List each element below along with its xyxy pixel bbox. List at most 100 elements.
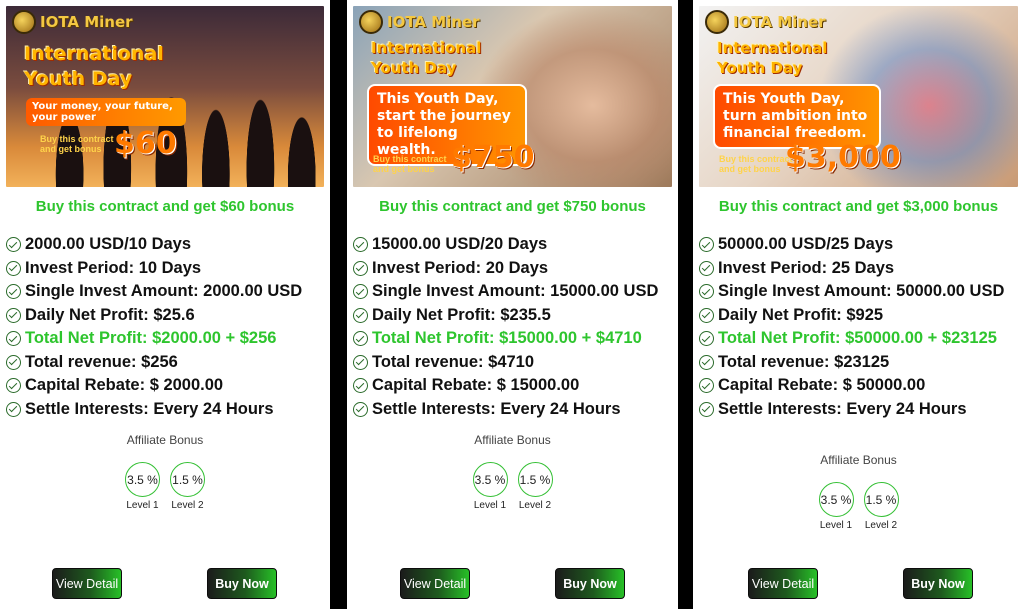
feature-list: 15000.00 USD/20 Days Invest Period: 20 D… [353,233,674,421]
contract-card: IOTA Miner International Youth Day This … [347,0,678,609]
contract-card: IOTA Miner International Youth Day This … [693,0,1024,609]
level-percent: 1.5 % [863,482,899,517]
buy-line-1: Buy this contract [40,134,114,144]
buy-now-button[interactable]: Buy Now [555,568,625,599]
feature-item: Invest Period: 25 Days [699,257,1020,281]
logo: IOTA Miner [705,10,826,34]
banner-headline: International Youth Day [717,38,827,78]
affiliate-level: 1.5 % Level 2 [517,462,553,511]
view-detail-button[interactable]: View Detail [748,568,818,599]
headline-line-2: Youth Day [24,68,133,90]
check-circle-icon [699,307,714,323]
feature-item: Daily Net Profit: $925 [699,304,1020,328]
contract-card: IOTA Miner International Youth Day Your … [0,0,330,609]
logo-text: IOTA Miner [40,13,133,31]
logo-icon [705,10,729,34]
affiliate-levels: 3.5 % Level 1 1.5 % Level 2 [0,462,330,511]
buy-now-button[interactable]: Buy Now [903,568,973,599]
view-detail-button[interactable]: View Detail [400,568,470,599]
check-circle-icon [6,401,21,417]
affiliate-title: Affiliate Bonus [126,433,204,447]
check-circle-icon [699,284,714,299]
promo-banner: IOTA Miner International Youth Day Your … [6,6,324,187]
feature-item: Capital Rebate: $ 50000.00 [699,374,1020,398]
affiliate-level: 1.5 % Level 2 [170,462,205,511]
check-circle-icon [699,401,714,417]
check-circle-icon [353,284,368,299]
feature-item: Invest Period: 20 Days [353,257,674,281]
check-circle-icon [6,378,21,393]
feature-list: 2000.00 USD/10 Days Invest Period: 10 Da… [6,233,326,421]
check-circle-icon [699,237,714,252]
check-circle-icon [6,284,21,299]
buy-line-2: and get bonus [373,164,435,174]
promo-banner: IOTA Miner International Youth Day This … [353,6,672,187]
headline-line-1: International [24,43,164,65]
level-label: Level 2 [518,500,552,511]
buy-now-button[interactable]: Buy Now [207,568,277,599]
feature-item: 15000.00 USD/20 Days [353,233,674,257]
feature-item: Settle Interests: Every 24 Hours [353,398,674,422]
banner-headline: International Youth Day [371,38,481,78]
feature-item: Single Invest Amount: 50000.00 USD [699,280,1020,304]
check-circle-icon [6,237,21,252]
feature-item-highlight: Total Net Profit: $2000.00 + $256 [6,327,326,351]
feature-item: 50000.00 USD/25 Days [699,233,1020,257]
feature-item: Capital Rebate: $ 15000.00 [353,374,674,398]
level-percent: 3.5 % [125,462,160,497]
banner-buy-text: Buy this contract and get bonus [40,134,114,154]
check-circle-icon [6,260,21,276]
banner-headline: International Youth Day [24,42,164,92]
headline-line-1: International [371,39,482,57]
buy-line-2: and get bonus [719,164,781,174]
bonus-title: Buy this contract and get $750 bonus [379,198,646,215]
affiliate-levels: 3.5 % Level 1 1.5 % Level 2 [347,462,678,511]
affiliate-title: Affiliate Bonus [820,453,897,467]
banner-amount: $3,000 [785,140,901,175]
check-circle-icon [699,378,714,393]
check-circle-icon [353,401,368,417]
affiliate-title: Affiliate Bonus [474,433,551,447]
level-percent: 1.5 % [170,462,205,497]
bonus-title: Buy this contract and get $3,000 bonus [718,198,999,215]
banner-amount: $750 [451,140,535,175]
check-circle-icon [699,331,714,346]
banner-slogan: Your money, your future, your power [26,98,186,126]
feature-item: Single Invest Amount: 2000.00 USD [6,280,326,304]
banner-buy-text: Buy this contract and get bonus [719,154,793,174]
check-circle-icon [699,260,714,276]
check-circle-icon [6,354,21,370]
feature-item: Capital Rebate: $ 2000.00 [6,374,326,398]
headline-line-1: International [717,39,828,57]
check-circle-icon [353,307,368,323]
feature-item: Daily Net Profit: $25.6 [6,304,326,328]
contract-grid: IOTA Miner International Youth Day Your … [0,0,1024,609]
level-percent: 3.5 % [818,482,854,517]
promo-banner: IOTA Miner International Youth Day This … [699,6,1018,187]
logo: IOTA Miner [359,10,480,34]
logo-text: IOTA Miner [387,13,480,31]
bonus-title: Buy this contract and get $60 bonus [35,198,295,215]
check-circle-icon [353,237,368,252]
level-percent: 3.5 % [472,462,508,497]
level-label: Level 2 [864,520,898,531]
banner-amount: $60 [114,126,177,161]
check-circle-icon [6,307,21,323]
feature-item-highlight: Total Net Profit: $50000.00 + $23125 [699,327,1020,351]
buy-line-2: and get bonus [40,144,102,154]
feature-item: Daily Net Profit: $235.5 [353,304,674,328]
level-label: Level 1 [819,520,853,531]
check-circle-icon [699,354,714,370]
check-circle-icon [353,354,368,370]
level-label: Level 1 [126,500,159,511]
banner-buy-text: Buy this contract and get bonus [373,154,447,174]
view-detail-button[interactable]: View Detail [52,568,122,599]
level-percent: 1.5 % [517,462,553,497]
buy-line-1: Buy this contract [719,154,793,164]
feature-item: Invest Period: 10 Days [6,257,326,281]
headline-line-2: Youth Day [371,59,457,77]
check-circle-icon [353,331,368,346]
affiliate-level: 3.5 % Level 1 [472,462,508,511]
affiliate-level: 3.5 % Level 1 [125,462,160,511]
feature-item: Settle Interests: Every 24 Hours [6,398,326,422]
